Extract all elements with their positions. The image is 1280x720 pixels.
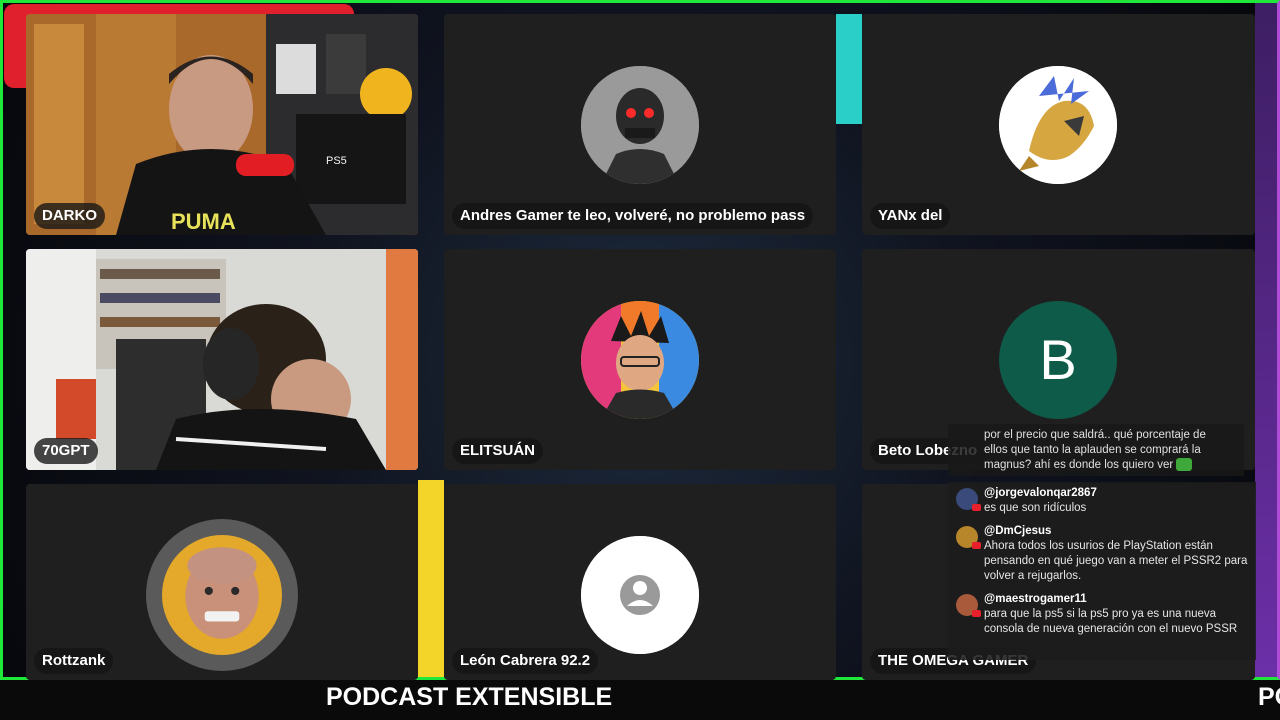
chat-message-list: @jorgevalonqar2867 es que son ridículos … — [948, 482, 1256, 660]
avatar-beto-lobezno: B — [999, 301, 1117, 419]
chat-username[interactable]: @maestrogamer11 — [984, 592, 1250, 607]
live-chat-overlay: por el precio que saldrá.. qué porcentaj… — [948, 420, 1256, 660]
avatar-leon-cabrera — [581, 536, 699, 654]
ticker-text: PODCAST EXTENSIBLE — [326, 683, 613, 711]
participant-tile-darko[interactable]: PS5 PUMA DARKO — [26, 14, 418, 235]
ticker-bar — [0, 680, 1280, 720]
chat-message-text: por el precio que saldrá.. qué porcentaj… — [984, 429, 1206, 471]
participant-name-70gpt: 70GPT — [34, 438, 98, 464]
chat-message: @DmCjesus Ahora todos los usurios de Pla… — [952, 524, 1250, 584]
participant-tile-yanx[interactable]: YANx del — [862, 14, 1255, 235]
ps5-box-label: PS5 — [326, 155, 347, 167]
participant-tile-elitsuan[interactable]: ELITSUÁN — [444, 249, 836, 470]
chat-username[interactable]: @jorgevalonqar2867 — [984, 486, 1250, 501]
camera-feed-darko: PS5 PUMA — [26, 14, 418, 235]
video-call-stage: PS5 PUMA DARKO Andres Gamer te leo, volv… — [0, 0, 1280, 720]
participant-name-yanx: YANx del — [870, 203, 951, 229]
participant-name-leon-cabrera: León Cabrera 92.2 — [452, 648, 599, 674]
avatar-yanx — [999, 66, 1117, 184]
chat-avatar-icon — [956, 488, 981, 511]
participant-name-darko: DARKO — [34, 203, 105, 229]
chat-message: @jorgevalonqar2867 es que son ridículos — [952, 486, 1250, 516]
chat-username[interactable]: @DmCjesus — [984, 524, 1250, 539]
avatar-rottzank — [146, 519, 298, 671]
avatar-letter: B — [1039, 328, 1077, 391]
participant-name-rottzank: Rottzank — [34, 648, 114, 674]
chat-message-text: Ahora todos los usurios de PlayStation e… — [984, 540, 1248, 582]
ticker-text-repeat: PO — [1258, 683, 1280, 711]
participant-name-elitsuan: ELITSUÁN — [452, 438, 543, 464]
chat-message-text: para que la ps5 si la ps5 pro ya es una … — [984, 608, 1238, 635]
svg-text:PUMA: PUMA — [171, 209, 236, 234]
background-accent — [418, 480, 444, 680]
background-accent — [1255, 0, 1280, 680]
participant-tile-leon-cabrera[interactable]: León Cabrera 92.2 — [444, 484, 836, 680]
chat-message: @maestrogamer11 para que la ps5 si la ps… — [952, 592, 1250, 637]
participant-tile-andres-gamer[interactable]: Andres Gamer te leo, volveré, no problem… — [444, 14, 836, 235]
participant-name-andres-gamer: Andres Gamer te leo, volveré, no problem… — [452, 203, 814, 229]
participant-tile-70gpt[interactable]: 70GPT — [26, 249, 418, 470]
emoji-icon — [1176, 458, 1193, 472]
avatar-elitsuan — [581, 301, 699, 419]
participant-tile-rottzank[interactable]: Rottzank — [26, 484, 418, 680]
chat-message-partial: por el precio que saldrá.. qué porcentaj… — [948, 424, 1244, 476]
avatar-andres-gamer — [581, 66, 699, 184]
chat-message-text: es que son ridículos — [984, 502, 1087, 514]
chat-avatar-icon — [956, 594, 981, 617]
chat-avatar-icon — [956, 526, 981, 549]
camera-feed-70gpt — [26, 249, 418, 470]
background-accent — [836, 14, 862, 124]
